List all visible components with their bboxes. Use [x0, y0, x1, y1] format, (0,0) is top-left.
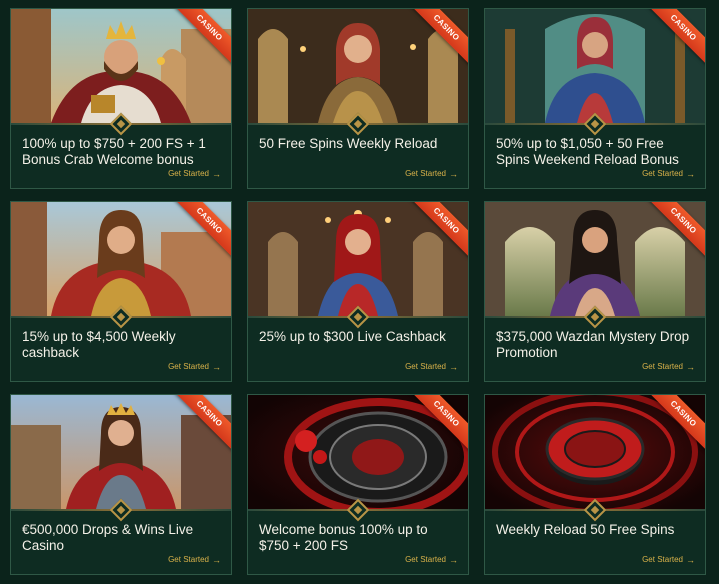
promo-title: 50% up to $1,050 + 50 Free Spins Weekend…	[496, 136, 679, 167]
arrow-right-icon: →	[686, 554, 695, 565]
get-started-link[interactable]: Get Started →	[405, 362, 458, 371]
get-started-link[interactable]: Get Started →	[168, 362, 221, 371]
get-started-label: Get Started	[405, 169, 446, 178]
get-started-label: Get Started	[405, 555, 446, 564]
promo-card[interactable]: CASINO 25% up to $300 Live Cashback Get …	[247, 201, 469, 382]
arrow-right-icon: →	[212, 168, 221, 179]
promo-title: $375,000 Wazdan Mystery Drop Promotion	[496, 329, 690, 360]
get-started-link[interactable]: Get Started →	[642, 555, 695, 564]
get-started-label: Get Started	[642, 555, 683, 564]
promo-card[interactable]: CASINO Welcome bonus 100% up to $750 + 2…	[247, 394, 469, 575]
get-started-link[interactable]: Get Started →	[642, 169, 695, 178]
arrow-right-icon: →	[449, 361, 458, 372]
get-started-link[interactable]: Get Started →	[405, 555, 458, 564]
get-started-label: Get Started	[405, 362, 446, 371]
arrow-right-icon: →	[686, 168, 695, 179]
get-started-label: Get Started	[642, 362, 683, 371]
get-started-label: Get Started	[168, 555, 209, 564]
promotions-grid: CASINO 100% up to $750 + 200 FS + 1 Bonu…	[10, 8, 706, 575]
promo-card[interactable]: CASINO 100% up to $750 + 200 FS + 1 Bonu…	[10, 8, 232, 189]
get-started-label: Get Started	[168, 169, 209, 178]
get-started-link[interactable]: Get Started →	[642, 362, 695, 371]
get-started-link[interactable]: Get Started →	[168, 169, 221, 178]
promo-title: €500,000 Drops & Wins Live Casino	[22, 522, 194, 553]
promo-title: 100% up to $750 + 200 FS + 1 Bonus Crab …	[22, 136, 206, 167]
arrow-right-icon: →	[212, 361, 221, 372]
promo-card[interactable]: CASINO 50% up to $1,050 + 50 Free Spins …	[484, 8, 706, 189]
promo-card[interactable]: CASINO 50 Free Spins Weekly Reload Get S…	[247, 8, 469, 189]
arrow-right-icon: →	[449, 554, 458, 565]
promo-card[interactable]: CASINO Weekly Reload 50 Free Spins Get S…	[484, 394, 706, 575]
arrow-right-icon: →	[686, 361, 695, 372]
promo-card[interactable]: CASINO 15% up to $4,500 Weekly cashback …	[10, 201, 232, 382]
promo-title: 25% up to $300 Live Cashback	[259, 329, 446, 344]
get-started-label: Get Started	[642, 169, 683, 178]
get-started-link[interactable]: Get Started →	[168, 555, 221, 564]
promo-title: Welcome bonus 100% up to $750 + 200 FS	[259, 522, 428, 553]
promo-card[interactable]: CASINO $375,000 Wazdan Mystery Drop Prom…	[484, 201, 706, 382]
get-started-link[interactable]: Get Started →	[405, 169, 458, 178]
promo-title: 15% up to $4,500 Weekly cashback	[22, 329, 176, 360]
arrow-right-icon: →	[449, 168, 458, 179]
promo-title: Weekly Reload 50 Free Spins	[496, 522, 675, 537]
get-started-label: Get Started	[168, 362, 209, 371]
arrow-right-icon: →	[212, 554, 221, 565]
promo-card[interactable]: CASINO €500,000 Drops & Wins Live Casino…	[10, 394, 232, 575]
promo-title: 50 Free Spins Weekly Reload	[259, 136, 438, 151]
